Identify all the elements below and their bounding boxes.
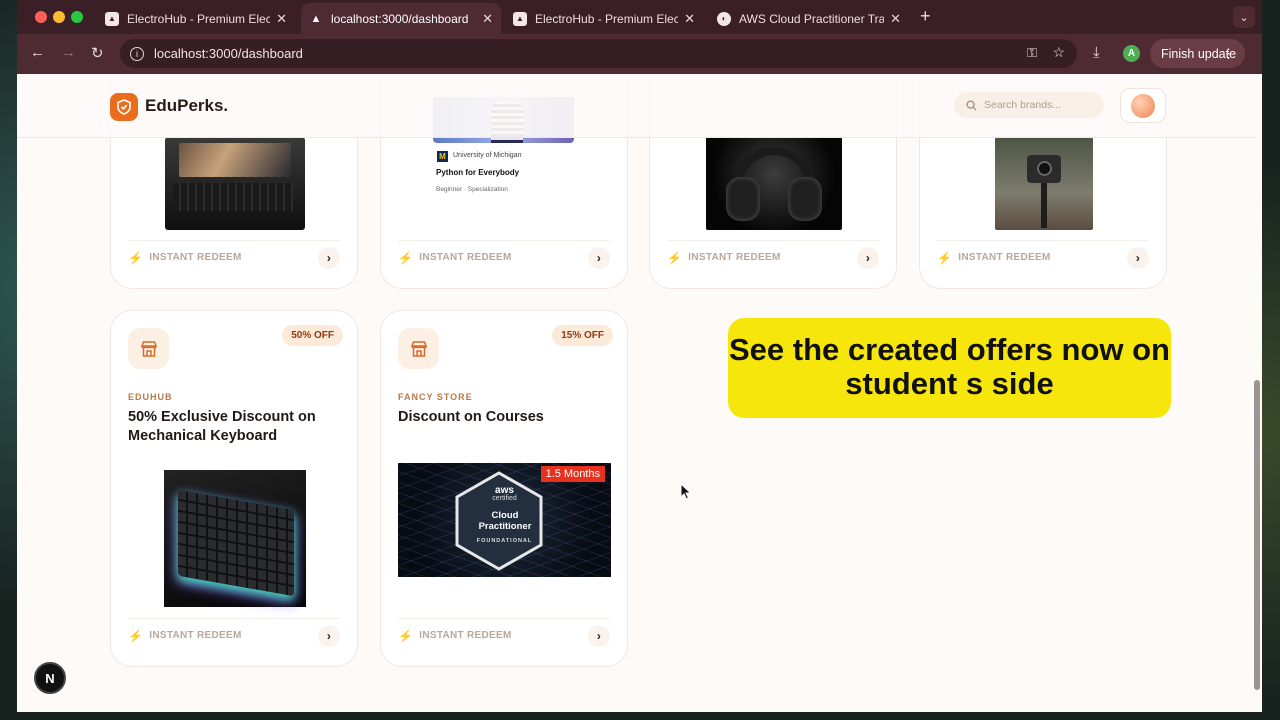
- redeem-row[interactable]: ⚡ INSTANT REDEEM ›: [398, 240, 610, 274]
- aws-cert-image: aws certified Cloud Practitioner FOUNDAT…: [398, 463, 611, 577]
- university-logo-icon: M: [437, 151, 448, 162]
- brand-search-input[interactable]: Search brands...: [954, 92, 1104, 118]
- discount-badge: 15% OFF: [552, 325, 613, 346]
- chevron-right-icon[interactable]: ›: [857, 246, 879, 269]
- tab-electrohub-2[interactable]: ▲ ElectroHub - Premium Electro ✕: [505, 3, 703, 34]
- redeem-label: INSTANT REDEEM: [419, 252, 512, 263]
- forward-icon[interactable]: →: [61, 44, 76, 61]
- offer-title: Discount on Courses: [398, 409, 544, 425]
- site-info-icon[interactable]: i: [130, 46, 144, 61]
- tab-title: ElectroHub - Premium Electro: [535, 11, 679, 26]
- search-icon: [966, 99, 977, 111]
- back-icon[interactable]: ←: [30, 44, 45, 61]
- close-window-button[interactable]: [35, 11, 47, 23]
- redeem-row[interactable]: ⚡ INSTANT REDEEM ›: [667, 240, 879, 274]
- tab-aws-course[interactable]: ◐ AWS Cloud Practitioner Traini ✕: [709, 3, 909, 34]
- keyboard-image: [164, 470, 306, 607]
- headphones-image: [706, 137, 842, 230]
- browser-window: ▲ ElectroHub - Premium Electro ✕ ▲ local…: [17, 0, 1262, 712]
- store-icon: [128, 328, 169, 369]
- address-bar[interactable]: i localhost:3000/dashboard ⚿ ☆: [120, 39, 1077, 68]
- lightning-icon: ⚡: [937, 250, 953, 265]
- more-vertical-icon[interactable]: ⋮: [1222, 46, 1235, 62]
- cert-level-text: FOUNDATIONAL: [476, 538, 533, 544]
- close-icon[interactable]: ✕: [684, 11, 695, 27]
- offer-card-fancy-store[interactable]: 15% OFF FANCY STORE Discount on Courses …: [380, 310, 628, 667]
- finish-update-button[interactable]: Finish update ⋮: [1150, 39, 1245, 68]
- vercel-icon: ▲: [513, 11, 527, 26]
- discount-badge: 50% OFF: [282, 325, 343, 346]
- browser-toolbar: ← → ↻ i localhost:3000/dashboard ⚿ ☆ ⤓ A…: [17, 34, 1262, 74]
- site-header: EduPerks. Search brands...: [17, 74, 1257, 138]
- new-tab-button[interactable]: +: [920, 6, 931, 27]
- redeem-row[interactable]: ⚡ INSTANT REDEEM ›: [128, 240, 340, 274]
- redeem-label: INSTANT REDEEM: [149, 252, 242, 263]
- redeem-label: INSTANT REDEEM: [958, 252, 1051, 263]
- chevron-right-icon[interactable]: ›: [318, 246, 340, 269]
- redeem-label: INSTANT REDEEM: [419, 630, 512, 641]
- tab-title: AWS Cloud Practitioner Traini: [739, 11, 885, 26]
- offer-card-eduhub[interactable]: 50% OFF EDUHUB 50% Exclusive Discount on…: [110, 310, 358, 667]
- chevron-right-icon[interactable]: ›: [1127, 246, 1149, 269]
- mouse-cursor-icon: [680, 483, 692, 500]
- bookmark-star-icon[interactable]: ☆: [1052, 44, 1065, 61]
- laptop-image: [165, 137, 305, 230]
- course-name: Python for Everybody: [436, 168, 520, 177]
- profile-avatar[interactable]: A: [1123, 45, 1140, 62]
- redeem-row[interactable]: ⚡ INSTANT REDEEM ›: [937, 240, 1149, 274]
- user-avatar[interactable]: [1120, 88, 1166, 123]
- chevron-right-icon[interactable]: ›: [588, 246, 610, 269]
- lightning-icon: ⚡: [128, 250, 144, 265]
- url-text: localhost:3000/dashboard: [154, 46, 303, 61]
- tab-search-button[interactable]: ⌄: [1233, 6, 1255, 28]
- offer-brand: EDUHUB: [128, 392, 173, 402]
- course-university: University of Michigan: [453, 152, 522, 159]
- duration-tag: 1.5 Months: [540, 466, 605, 482]
- tab-title: localhost:3000/dashboard: [331, 11, 469, 26]
- action-camera-image: [995, 137, 1093, 230]
- lightning-icon: ⚡: [128, 628, 144, 643]
- brand-logo[interactable]: EduPerks.: [145, 96, 228, 116]
- lightning-icon: ⚡: [667, 250, 683, 265]
- triangle-icon: ▲: [310, 12, 322, 25]
- course-meta: Beginner · Specialization: [436, 186, 508, 193]
- tab-title: ElectroHub - Premium Electro: [127, 11, 271, 26]
- redeem-row[interactable]: ⚡ INSTANT REDEEM ›: [398, 618, 610, 652]
- shield-logo-icon[interactable]: [110, 93, 138, 121]
- page-content: EduPerks. Search brands... ⚡ INSTANT REDE…: [17, 74, 1262, 712]
- tab-dashboard[interactable]: ▲ localhost:3000/dashboard ✕: [301, 3, 501, 34]
- chevron-right-icon[interactable]: ›: [588, 624, 610, 647]
- lightning-icon: ⚡: [398, 628, 414, 643]
- udemy-icon: ◐: [717, 11, 731, 26]
- password-key-icon[interactable]: ⚿: [1027, 45, 1037, 61]
- offer-brand: FANCY STORE: [398, 392, 473, 402]
- offer-title: 50% Exclusive Discount on Mechanical Key…: [128, 409, 316, 444]
- nextjs-dev-badge[interactable]: N: [34, 662, 66, 694]
- redeem-label: INSTANT REDEEM: [149, 630, 242, 641]
- store-icon: [398, 328, 439, 369]
- tab-electrohub-1[interactable]: ▲ ElectroHub - Premium Electro ✕: [97, 3, 295, 34]
- search-placeholder: Search brands...: [984, 99, 1062, 111]
- cert-name-text: Cloud Practitioner: [478, 510, 532, 532]
- redeem-row[interactable]: ⚡ INSTANT REDEEM ›: [128, 618, 340, 652]
- close-icon[interactable]: ✕: [276, 11, 287, 27]
- certified-text: certified: [492, 495, 517, 502]
- redeem-label: INSTANT REDEEM: [688, 252, 781, 263]
- close-icon[interactable]: ✕: [482, 11, 493, 27]
- minimize-window-button[interactable]: [53, 11, 65, 23]
- tab-bar: ▲ ElectroHub - Premium Electro ✕ ▲ local…: [17, 0, 1262, 34]
- chevron-right-icon[interactable]: ›: [318, 624, 340, 647]
- download-icon[interactable]: ⤓: [1093, 44, 1100, 61]
- vercel-icon: ▲: [105, 11, 119, 26]
- lightning-icon: ⚡: [398, 250, 414, 265]
- close-icon[interactable]: ✕: [890, 11, 901, 27]
- reload-icon[interactable]: ↻: [91, 44, 104, 62]
- overlay-caption: See the created offers now on student s …: [728, 318, 1171, 418]
- maximize-window-button[interactable]: [71, 11, 83, 23]
- page-scrollbar[interactable]: [1254, 380, 1260, 690]
